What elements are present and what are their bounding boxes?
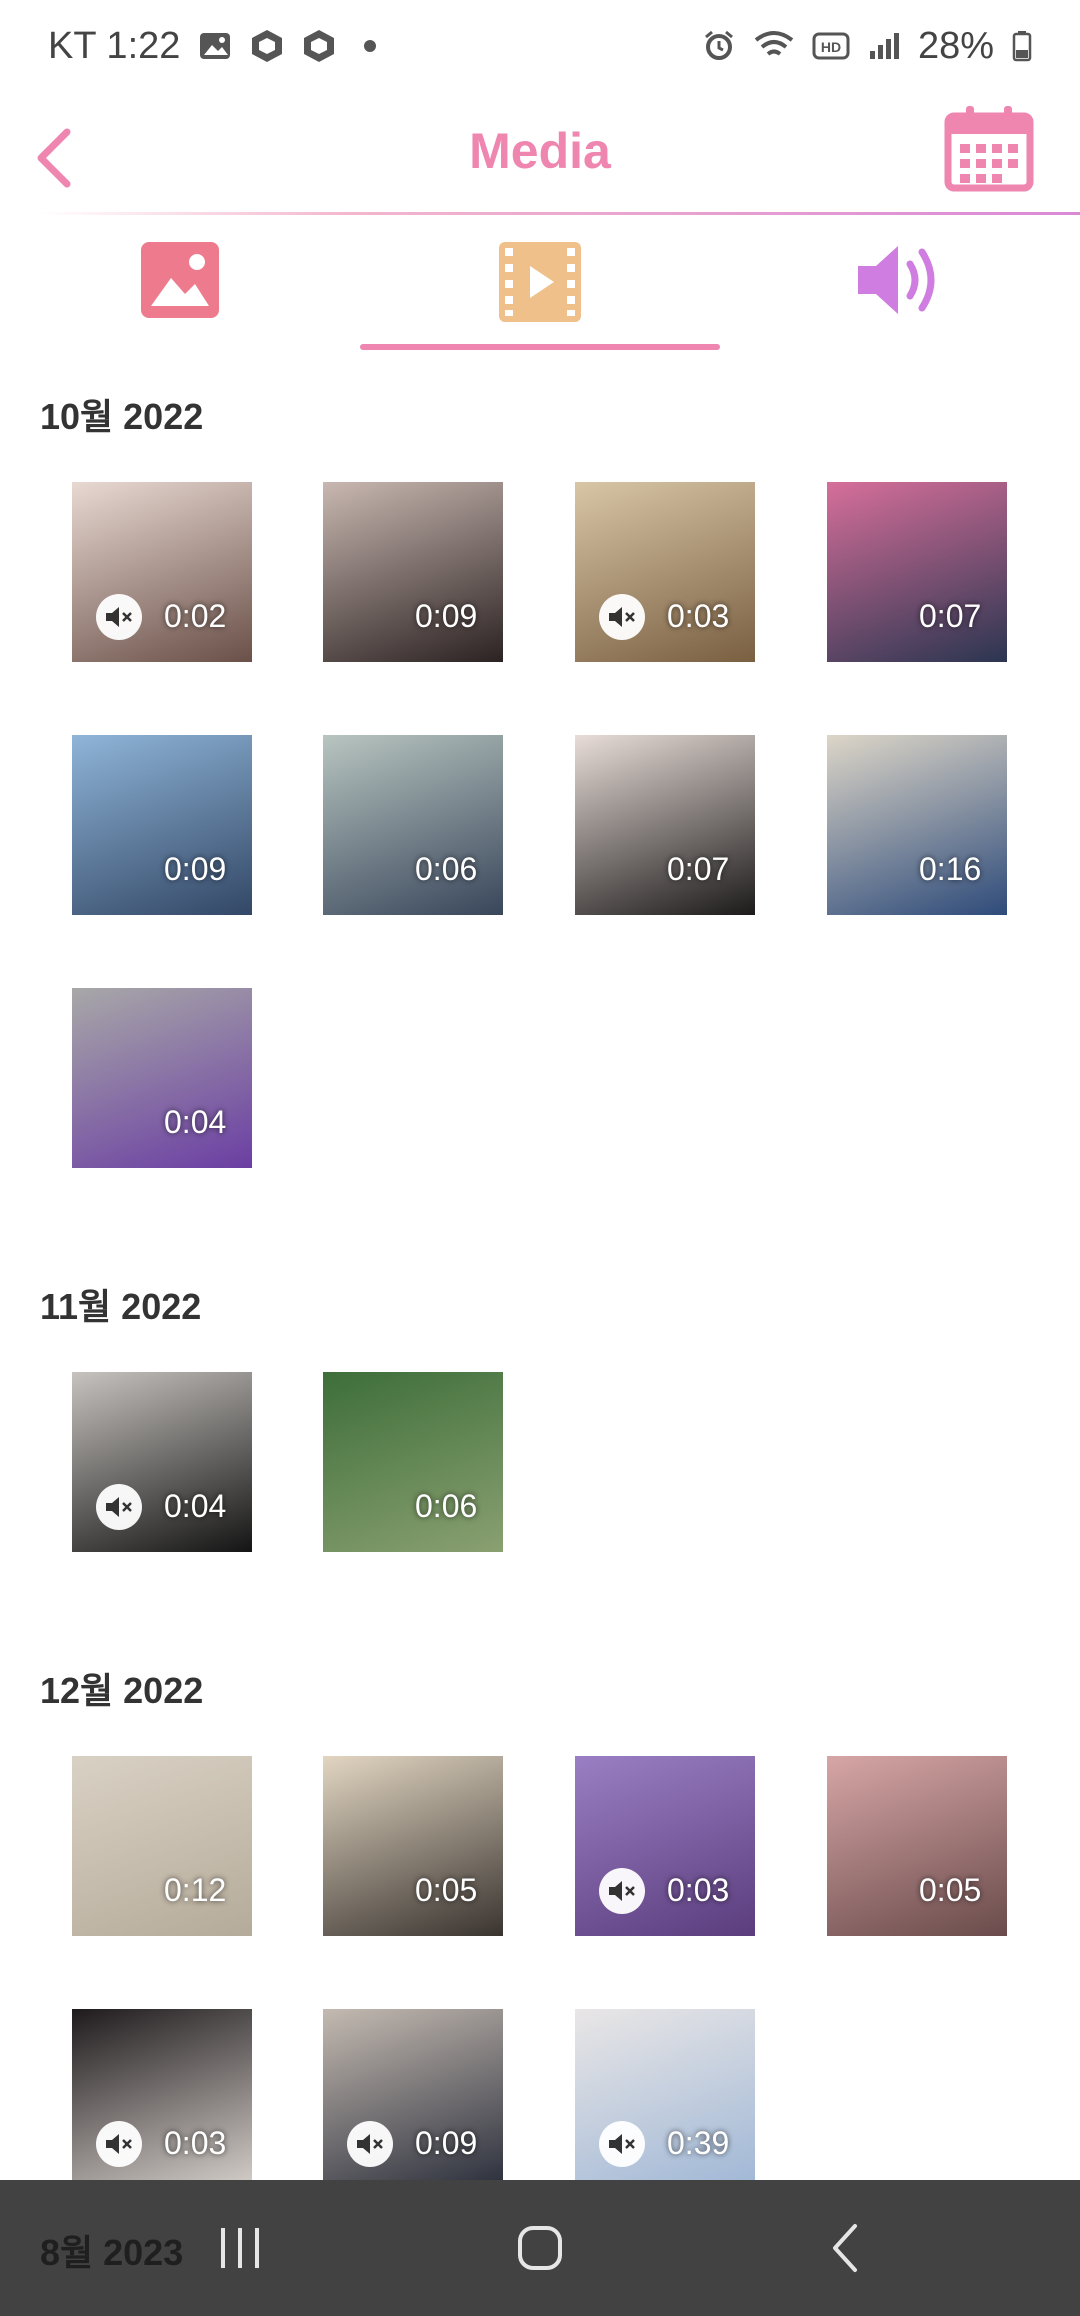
video-thumbnail[interactable]: 0:07 xyxy=(827,482,1007,662)
video-duration: 0:02 xyxy=(164,598,227,634)
video-duration: 0:04 xyxy=(164,1104,227,1140)
video-thumbnail[interactable]: 0:04 xyxy=(72,1372,252,1552)
tab-audio[interactable] xyxy=(720,226,1080,356)
video-thumbnail[interactable]: 0:05 xyxy=(323,1756,503,1936)
section-title: 10월 2022 xyxy=(40,396,204,437)
selected-tab-indicator xyxy=(360,344,720,350)
video-thumbnail[interactable]: 0:07 xyxy=(575,735,755,915)
cube-icon xyxy=(250,28,284,64)
mute-icon xyxy=(599,2121,645,2167)
mute-icon xyxy=(96,594,142,640)
video-thumbnail[interactable]: 0:02 xyxy=(72,482,252,662)
header-divider xyxy=(40,212,1080,215)
video-thumbnail[interactable]: 0:06 xyxy=(323,735,503,915)
mute-icon xyxy=(347,2121,393,2167)
mute-icon xyxy=(96,1484,142,1530)
video-thumbnail[interactable]: 0:05 xyxy=(827,1756,1007,1936)
tab-photos[interactable] xyxy=(0,226,360,356)
media-tabs xyxy=(0,226,1080,356)
video-duration: 0:09 xyxy=(415,2125,478,2161)
image-icon xyxy=(141,242,219,318)
video-duration: 0:06 xyxy=(415,851,478,887)
svg-text:HD: HD xyxy=(821,39,841,55)
video-thumbnail[interactable]: 0:06 xyxy=(323,1372,503,1552)
recent-apps-button[interactable] xyxy=(200,2208,280,2288)
video-thumbnail[interactable]: 0:03 xyxy=(575,482,755,662)
status-left: KT 1:22 xyxy=(48,24,377,68)
video-duration: 0:07 xyxy=(919,598,982,634)
system-nav-bar: 8월 2023 xyxy=(0,2180,1080,2316)
video-thumbnail[interactable]: 0:12 xyxy=(72,1756,252,1936)
video-thumbnail[interactable]: 0:03 xyxy=(575,1756,755,1936)
status-right: HD 28% xyxy=(702,25,1032,68)
recent-apps-icon xyxy=(221,2228,259,2268)
video-duration: 0:05 xyxy=(919,1872,982,1908)
alarm-icon xyxy=(702,29,736,63)
video-duration: 0:39 xyxy=(667,2125,730,2161)
mute-icon xyxy=(599,594,645,640)
nav-date-label: 8월 2023 xyxy=(40,2232,184,2273)
carrier-time: KT 1:22 xyxy=(48,24,181,67)
battery-percent: 28% xyxy=(917,24,994,67)
section-title: 12월 2022 xyxy=(40,1670,204,1711)
calendar-button[interactable] xyxy=(942,100,1036,194)
video-thumbnail[interactable]: 0:16 xyxy=(827,735,1007,915)
video-thumbnail[interactable]: 0:09 xyxy=(323,2009,503,2189)
video-duration: 0:06 xyxy=(415,1488,478,1524)
video-thumbnail[interactable]: 0:04 xyxy=(72,988,252,1168)
video-icon xyxy=(499,242,581,322)
app-header: Media xyxy=(0,92,1080,216)
hd-icon: HD xyxy=(812,32,850,60)
video-duration: 0:07 xyxy=(667,851,730,887)
calendar-icon xyxy=(944,106,1034,192)
tab-videos[interactable] xyxy=(360,226,720,356)
status-bar: KT 1:22 HD 28% xyxy=(0,0,1080,92)
signal-icon xyxy=(868,31,900,61)
video-duration: 0:09 xyxy=(415,598,478,634)
notification-dot xyxy=(364,40,377,52)
home-button[interactable] xyxy=(500,2208,580,2288)
video-thumbnail[interactable]: 0:39 xyxy=(575,2009,755,2189)
nav-back-button[interactable] xyxy=(805,2208,885,2288)
battery-icon xyxy=(1012,30,1032,62)
back-arrow-icon xyxy=(833,2224,857,2272)
mute-icon xyxy=(599,1868,645,1914)
video-duration: 0:05 xyxy=(415,1872,478,1908)
video-duration: 0:09 xyxy=(164,851,227,887)
video-thumbnail[interactable]: 0:03 xyxy=(72,2009,252,2189)
video-thumbnail[interactable]: 0:09 xyxy=(323,482,503,662)
mute-icon xyxy=(96,2121,142,2167)
wifi-icon xyxy=(754,30,794,62)
video-duration: 0:03 xyxy=(667,1872,730,1908)
speaker-icon xyxy=(858,246,935,314)
video-duration: 0:16 xyxy=(919,851,982,887)
video-duration: 0:03 xyxy=(667,598,730,634)
video-duration: 0:04 xyxy=(164,1488,227,1524)
video-thumbnail[interactable]: 0:09 xyxy=(72,735,252,915)
page-title: Media xyxy=(469,123,611,179)
video-duration: 0:12 xyxy=(164,1872,227,1908)
gallery-icon xyxy=(198,31,232,61)
video-duration: 0:03 xyxy=(164,2125,227,2161)
section-title: 11월 2022 xyxy=(40,1286,202,1327)
home-icon xyxy=(518,2226,562,2270)
cube-icon-2 xyxy=(302,28,336,64)
